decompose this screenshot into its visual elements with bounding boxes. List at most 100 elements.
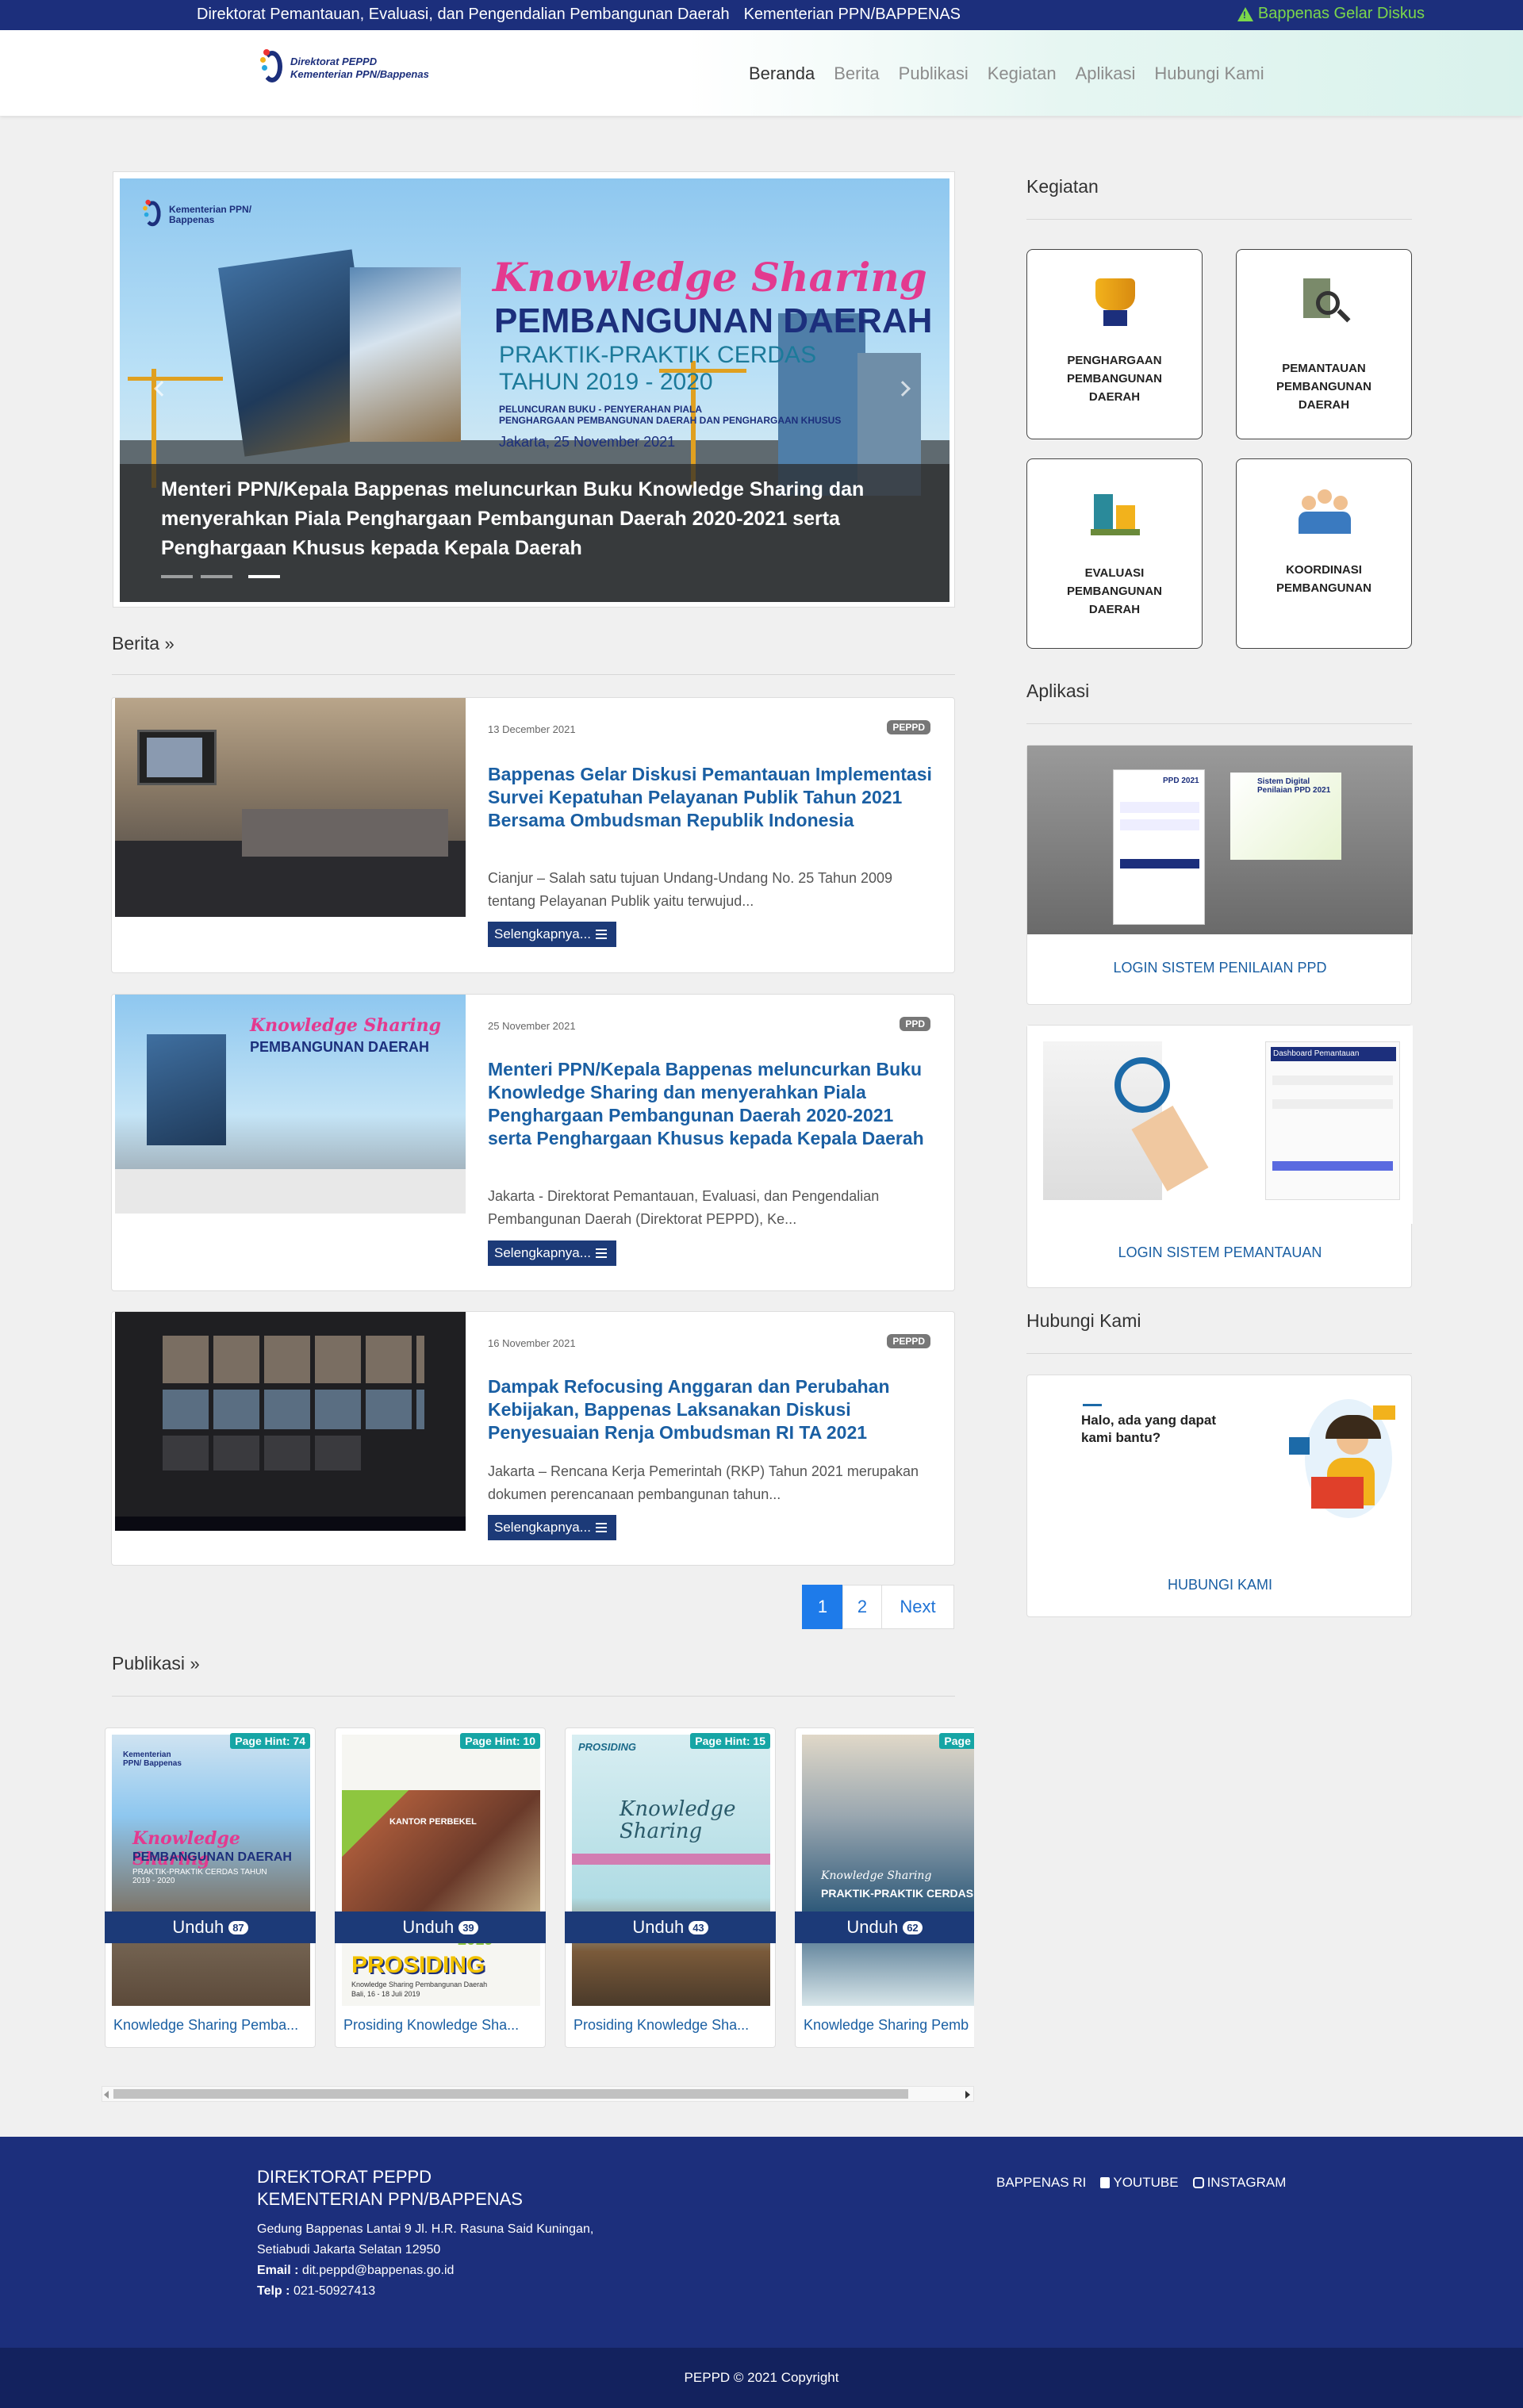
page-hint-badge: Page Hint: 10 <box>460 1733 540 1749</box>
page-hint-badge: Page Hint <box>939 1733 974 1749</box>
news-category-badge: PPD <box>900 1017 930 1031</box>
footer-phone: 021-50927413 <box>293 2284 376 2298</box>
read-more-button[interactable]: Selengkapnya... <box>488 1240 616 1266</box>
news-title[interactable]: Bappenas Gelar Diskusi Pemantauan Implem… <box>488 763 940 832</box>
footer-ministry-name: KEMENTERIAN PPN/BAPPENAS <box>257 2189 523 2209</box>
trophy-icon <box>1089 270 1141 329</box>
page-hint-badge: Page Hint: 15 <box>690 1733 770 1749</box>
news-ticker-link[interactable]: Bappenas Gelar Diskus <box>1237 5 1425 23</box>
list-icon <box>595 1248 607 1258</box>
next-page-button[interactable]: Next <box>881 1585 954 1629</box>
nav-item-kegiatan[interactable]: Kegiatan <box>988 63 1057 84</box>
warning-icon <box>1237 6 1253 21</box>
news-title[interactable]: Menteri PPN/Kepala Bappenas meluncurkan … <box>488 1058 940 1150</box>
publication-card[interactable]: PROSIDING Knowledge Sharing Page Hint: 1… <box>565 1727 776 2048</box>
nav-item-beranda[interactable]: Beranda <box>749 63 815 84</box>
footer-links: BAPPENAS RI YOUTUBE INSTAGRAM <box>996 2175 1286 2191</box>
page-1-button[interactable]: 1 <box>802 1585 843 1629</box>
nav-item-berita[interactable]: Berita <box>834 63 879 84</box>
divider <box>112 674 955 675</box>
slide-subtitle: PRAKTIK-PRAKTIK CERDAS <box>499 342 817 368</box>
kegiatan-label: KOORDINASI PEMBANGUNAN <box>1276 563 1371 595</box>
horizontal-scrollbar[interactable] <box>102 2086 974 2102</box>
publication-title[interactable]: Knowledge Sharing Pemba... <box>113 2017 310 2034</box>
carousel-prev-icon[interactable] <box>154 381 170 397</box>
contact-label[interactable]: HUBUNGI KAMI <box>1027 1577 1413 1593</box>
news-excerpt: Cianjur – Salah satu tujuan Undang-Undan… <box>488 870 893 909</box>
instagram-icon <box>1192 2177 1204 2188</box>
book-cover-illustration <box>350 267 461 442</box>
publication-cover: PROSIDING Knowledge Sharing <box>572 1735 770 2006</box>
publication-card[interactable]: KANTOR PERBEKEL 2019 PROSIDING Knowledge… <box>335 1727 546 2048</box>
section-heading-berita[interactable]: Berita » <box>112 633 175 654</box>
scroll-left-icon[interactable] <box>104 2091 109 2099</box>
download-count: 62 <box>903 1920 923 1934</box>
scrollbar-thumb[interactable] <box>113 2089 908 2099</box>
download-button[interactable]: Unduh 62 <box>795 1911 974 1943</box>
divider <box>112 1696 955 1697</box>
divider <box>1026 219 1412 220</box>
news-thumbnail[interactable] <box>115 1312 466 1531</box>
logo-text: Direktorat PEPPD Kementerian PPN/Bappena… <box>290 56 429 80</box>
carousel-indicator-active[interactable] <box>248 575 280 578</box>
carousel-indicator[interactable] <box>161 575 193 578</box>
news-date: 25 November 2021 <box>488 1020 576 1032</box>
section-heading-publikasi[interactable]: Publikasi » <box>112 1653 200 1674</box>
read-more-button[interactable]: Selengkapnya... <box>488 1515 616 1540</box>
news-card: 16 November 2021 PEPPD Dampak Refocusing… <box>111 1311 955 1566</box>
hero-carousel[interactable]: Kementerian PPN/Bappenas Knowledge Shari… <box>113 171 955 608</box>
nav-item-hubungi-kami[interactable]: Hubungi Kami <box>1154 63 1264 84</box>
nav-item-publikasi[interactable]: Publikasi <box>899 63 969 84</box>
divider <box>1026 723 1412 724</box>
news-card: 13 December 2021 PEPPD Bappenas Gelar Di… <box>111 697 955 973</box>
carousel-indicator[interactable] <box>201 575 232 578</box>
footer-link-bappenas[interactable]: BAPPENAS RI <box>996 2175 1086 2191</box>
footer-email[interactable]: dit.peppd@bappenas.go.id <box>302 2264 455 2277</box>
footer-org-name: DIREKTORAT PEPPD <box>257 2167 432 2187</box>
scroll-right-icon[interactable] <box>965 2091 970 2099</box>
app-label[interactable]: LOGIN SISTEM PEMANTAUAN <box>1027 1244 1413 1261</box>
kegiatan-card-evaluasi[interactable]: EVALUASI PEMBANGUNAN DAERAH <box>1026 458 1203 649</box>
publication-title[interactable]: Prosiding Knowledge Sha... <box>574 2017 770 2034</box>
double-chevron-right-icon: » <box>190 1654 200 1674</box>
publication-title[interactable]: Knowledge Sharing Pemb <box>804 2017 974 2034</box>
app-screenshot: PPD 2021 Sistem Digital Penilaian PPD 20… <box>1027 746 1413 934</box>
footer: DIREKTORAT PEPPD KEMENTERIAN PPN/BAPPENA… <box>0 2137 1523 2348</box>
footer-address: Gedung Bappenas Lantai 9 Jl. H.R. Rasuna… <box>257 2222 594 2298</box>
news-category-badge: PEPPD <box>887 720 930 734</box>
kegiatan-card-pemantauan[interactable]: PEMANTAUAN PEMBANGUNAN DAERAH <box>1236 249 1412 439</box>
ministry-name: Kementerian PPN/BAPPENAS <box>743 6 961 23</box>
kegiatan-label: PENGHARGAAN PEMBANGUNAN DAERAH <box>1067 354 1162 404</box>
news-title[interactable]: Dampak Refocusing Anggaran dan Perubahan… <box>488 1375 940 1444</box>
news-thumbnail[interactable]: Knowledge Sharing PEMBANGUNAN DAERAH <box>115 995 466 1214</box>
contact-card[interactable]: Halo, ada yang dapat kami bantu? HUBUNGI… <box>1026 1375 1412 1617</box>
download-button[interactable]: Unduh 39 <box>335 1911 546 1943</box>
slide-years: TAHUN 2019 - 2020 <box>499 369 713 395</box>
download-button[interactable]: Unduh 87 <box>105 1911 316 1943</box>
publication-cover: Kementerian PPN/ Bappenas Knowledge Shar… <box>112 1735 310 2006</box>
page-2-button[interactable]: 2 <box>842 1585 882 1629</box>
read-more-button[interactable]: Selengkapnya... <box>488 922 616 947</box>
news-thumbnail[interactable] <box>115 698 466 917</box>
download-button[interactable]: Unduh 43 <box>565 1911 776 1943</box>
magnifier-icon <box>1299 270 1351 329</box>
app-label[interactable]: LOGIN SISTEM PENILAIAN PPD <box>1027 960 1413 976</box>
publication-card[interactable]: Kementerian PPN/ Bappenas Knowledge Shar… <box>105 1727 316 2048</box>
footer-link-youtube[interactable]: YOUTUBE <box>1100 2175 1179 2191</box>
youtube-icon <box>1100 2177 1111 2188</box>
news-category-badge: PEPPD <box>887 1334 930 1348</box>
kegiatan-label: PEMANTAUAN PEMBANGUNAN DAERAH <box>1276 362 1371 412</box>
carousel-caption: Menteri PPN/Kepala Bappenas meluncurkan … <box>120 464 949 602</box>
publication-card[interactable]: Knowledge Sharing PRAKTIK-PRAKTIK CERDAS… <box>795 1727 974 2048</box>
app-card-pemantauan[interactable]: Dashboard Pemantauan LOGIN SISTEM PEMANT… <box>1026 1025 1413 1288</box>
kegiatan-card-penghargaan[interactable]: PENGHARGAAN PEMBANGUNAN DAERAH <box>1026 249 1203 439</box>
top-bar-org: Direktorat Pemantauan, Evaluasi, dan Pen… <box>197 6 961 24</box>
nav-item-aplikasi[interactable]: Aplikasi <box>1076 63 1136 84</box>
footer-link-instagram[interactable]: INSTAGRAM <box>1192 2175 1286 2191</box>
kegiatan-card-koordinasi[interactable]: KOORDINASI PEMBANGUNAN <box>1236 458 1412 649</box>
customer-service-illustration <box>1289 1391 1400 1526</box>
publication-title[interactable]: Prosiding Knowledge Sha... <box>343 2017 540 2034</box>
site-logo[interactable]: Direktorat PEPPD Kementerian PPN/Bappena… <box>260 48 429 89</box>
double-chevron-right-icon: » <box>164 634 175 654</box>
app-card-penilaian[interactable]: PPD 2021 Sistem Digital Penilaian PPD 20… <box>1026 745 1413 1005</box>
